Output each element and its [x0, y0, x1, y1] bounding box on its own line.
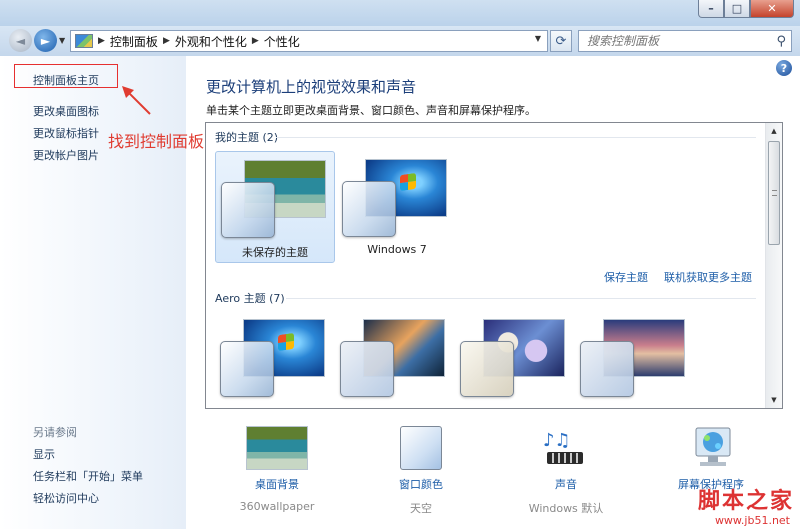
breadcrumb-separator-icon[interactable]: ▶	[98, 36, 105, 46]
sound-value: Windows 默认	[528, 502, 604, 515]
forward-button[interactable]: ►	[34, 29, 57, 52]
window-color-label[interactable]: 窗口颜色	[356, 476, 486, 492]
see-also-heading: 另请参阅	[33, 426, 77, 439]
address-bar[interactable]: ▶ 控制面板 ▶ 外观和个性化 ▶ 个性化 ▼	[70, 30, 548, 52]
watermark-logo: 脚本之家	[697, 488, 794, 514]
refresh-icon: ⟳	[555, 33, 567, 49]
theme-label: 未保存的主题	[242, 246, 308, 259]
scroll-down-icon[interactable]: ▼	[766, 392, 782, 408]
scroll-up-icon[interactable]: ▲	[766, 123, 782, 139]
sidebar-link-mouse-pointers[interactable]: 更改鼠标指针	[33, 125, 99, 141]
address-dropdown-icon[interactable]: ▼	[535, 34, 541, 43]
aero-themes-heading: Aero 主题 (7)	[215, 292, 285, 305]
search-icon[interactable]: ⚲	[776, 34, 786, 49]
control-panel-icon	[75, 34, 93, 48]
window-color-swatch	[460, 341, 514, 397]
watermark-url: www.jb51.net	[714, 514, 790, 527]
sidebar-link-control-panel-home[interactable]: 控制面板主页	[33, 72, 99, 88]
search-input[interactable]	[587, 34, 767, 48]
maximize-button[interactable]: □	[724, 0, 750, 18]
window-color-swatch	[220, 341, 274, 397]
window-controls: – □ ✕	[698, 0, 794, 18]
section-divider	[276, 137, 756, 138]
title-bar: – □ ✕	[0, 0, 800, 28]
sidebar-link-taskbar-start-menu[interactable]: 任务栏和「开始」菜单	[33, 468, 143, 484]
desktop-background-setting[interactable]: 桌面背景 360wallpaper	[212, 426, 342, 513]
sidebar-link-display[interactable]: 显示	[33, 446, 55, 462]
sidebar-link-desktop-icons[interactable]: 更改桌面图标	[33, 103, 99, 119]
close-button[interactable]: ✕	[750, 0, 794, 18]
themes-panel: 我的主题 (2) 未保存的主题 Windows 7 保存主题 联机获取更多主题 …	[205, 122, 783, 409]
sidebar-link-account-picture[interactable]: 更改帐户图片	[33, 147, 99, 163]
desktop-background-icon	[246, 426, 308, 470]
aero-theme-scenes[interactable]	[575, 311, 695, 408]
sidebar: 控制面板主页 更改桌面图标 更改鼠标指针 更改帐户图片 另请参阅 显示 任务栏和…	[0, 56, 186, 529]
desktop-background-label[interactable]: 桌面背景	[212, 476, 342, 492]
window-color-value: 天空	[410, 502, 432, 515]
get-more-themes-link[interactable]: 联机获取更多主题	[664, 269, 752, 285]
window-color-swatch	[340, 341, 394, 397]
forward-arrow-icon: ►	[40, 33, 51, 48]
aero-theme-flowers[interactable]	[455, 311, 575, 408]
window-color-icon	[400, 426, 442, 470]
theme-unsaved[interactable]: 未保存的主题	[215, 151, 335, 263]
my-themes-heading: 我的主题 (2)	[215, 131, 279, 144]
maximize-icon: □	[731, 2, 743, 15]
page-title: 更改计算机上的视觉效果和声音	[206, 78, 417, 96]
sound-music-notes-icon: ♪♫	[535, 426, 597, 470]
scroll-thumb[interactable]	[768, 141, 780, 245]
breadcrumb-separator-icon[interactable]: ▶	[252, 36, 259, 46]
theme-windows-7[interactable]: Windows 7	[337, 151, 457, 263]
search-box[interactable]: ⚲	[578, 30, 792, 52]
sound-label[interactable]: 声音	[501, 476, 631, 492]
window-color-swatch	[580, 341, 634, 397]
breadcrumb-appearance[interactable]: 外观和个性化	[175, 33, 247, 50]
window-color-setting[interactable]: 窗口颜色 天空	[356, 426, 486, 516]
desktop-background-value: 360wallpaper	[239, 500, 315, 513]
breadcrumb-personalization[interactable]: 个性化	[264, 33, 300, 50]
scroll-grip-icon	[772, 190, 777, 196]
vertical-scrollbar[interactable]: ▲ ▼	[765, 123, 782, 408]
page-description: 单击某个主题立即更改桌面背景、窗口颜色、声音和屏幕保护程序。	[206, 104, 536, 117]
recent-pages-dropdown-icon[interactable]: ▼	[59, 36, 65, 45]
back-button[interactable]: ◄	[9, 29, 32, 52]
theme-label: Windows 7	[367, 243, 427, 256]
close-icon: ✕	[767, 2, 777, 15]
refresh-button[interactable]: ⟳	[550, 30, 572, 52]
screensaver-icon	[680, 426, 742, 470]
window-color-swatch	[342, 181, 396, 237]
help-icon[interactable]: ?	[776, 60, 792, 76]
annotation-arrow-icon	[122, 86, 151, 115]
minimize-icon: –	[708, 2, 714, 15]
svg-text:♪♫: ♪♫	[543, 430, 571, 451]
annotation-text: 找到控制面板	[108, 132, 205, 151]
sidebar-link-ease-of-access[interactable]: 轻松访问中心	[33, 490, 99, 506]
save-theme-link[interactable]: 保存主题	[604, 269, 648, 285]
section-divider	[286, 298, 756, 299]
aero-theme-architecture[interactable]	[335, 311, 455, 408]
minimize-button[interactable]: –	[698, 0, 724, 18]
breadcrumb-separator-icon[interactable]: ▶	[163, 36, 170, 46]
back-arrow-icon: ◄	[15, 33, 26, 48]
window-color-swatch	[221, 182, 275, 238]
aero-theme-windows-7[interactable]	[215, 311, 335, 408]
sound-setting[interactable]: ♪♫ 声音 Windows 默认	[501, 426, 631, 516]
breadcrumb-control-panel[interactable]: 控制面板	[110, 33, 158, 50]
